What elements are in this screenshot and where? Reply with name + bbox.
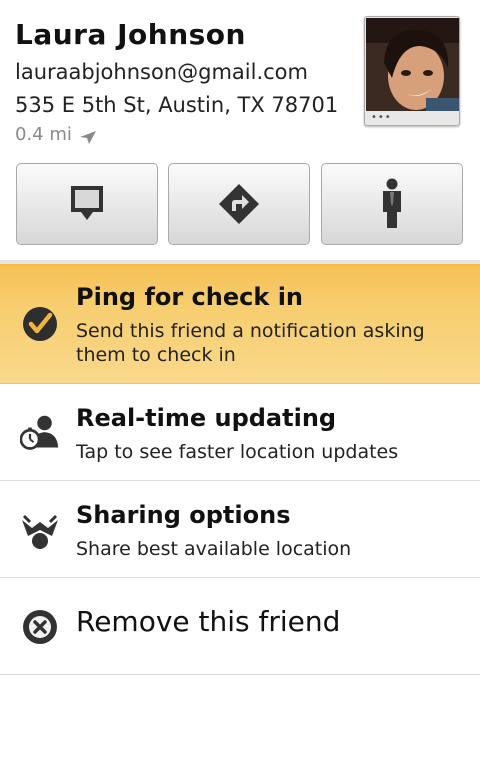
contact-header: Laura Johnson lauraabjohnson@gmail.com 5… [0, 0, 480, 160]
realtime-title: Real-time updating [76, 404, 337, 432]
ping-subtitle: Send this friend a notification asking t… [76, 320, 425, 366]
distance-info: 0.4 mi [15, 124, 98, 145]
profile-button[interactable] [321, 163, 463, 245]
contact-name: Laura Johnson [15, 18, 246, 51]
avatar-photo [366, 18, 459, 111]
checkmark-icon [20, 304, 60, 344]
ping-check-in-item[interactable]: Ping for check in Send this friend a not… [0, 264, 480, 384]
ping-title: Ping for check in [76, 283, 304, 311]
person-icon [383, 178, 401, 228]
avatar-menu-dots: ••• [371, 112, 392, 123]
sharing-options-item[interactable]: Sharing options Share best available loc… [0, 481, 480, 578]
sharing-icon [20, 510, 60, 550]
friend-options-list: Ping for check in Send this friend a not… [0, 264, 480, 675]
message-button[interactable] [16, 163, 158, 245]
remove-icon [20, 607, 60, 647]
distance-value: 0.4 mi [15, 124, 72, 145]
directions-button[interactable] [168, 163, 310, 245]
sharing-title: Sharing options [76, 501, 291, 529]
action-buttons [16, 163, 464, 245]
remove-friend-item[interactable]: Remove this friend [0, 578, 480, 675]
sharing-subtitle: Share best available location [76, 538, 352, 560]
directions-icon [219, 184, 259, 224]
contact-email[interactable]: lauraabjohnson@gmail.com [15, 60, 308, 84]
realtime-subtitle: Tap to see faster location updates [76, 441, 399, 463]
avatar[interactable]: ••• [364, 16, 460, 126]
contact-address[interactable]: 535 E 5th St, Austin, TX 78701 [15, 93, 338, 117]
stopwatch-person-icon [20, 413, 60, 453]
location-arrow-icon [79, 130, 96, 144]
remove-friend-label: Remove this friend [76, 605, 341, 638]
speech-bubble-icon [71, 186, 103, 220]
realtime-updating-item[interactable]: Real-time updating Tap to see faster loc… [0, 384, 480, 481]
